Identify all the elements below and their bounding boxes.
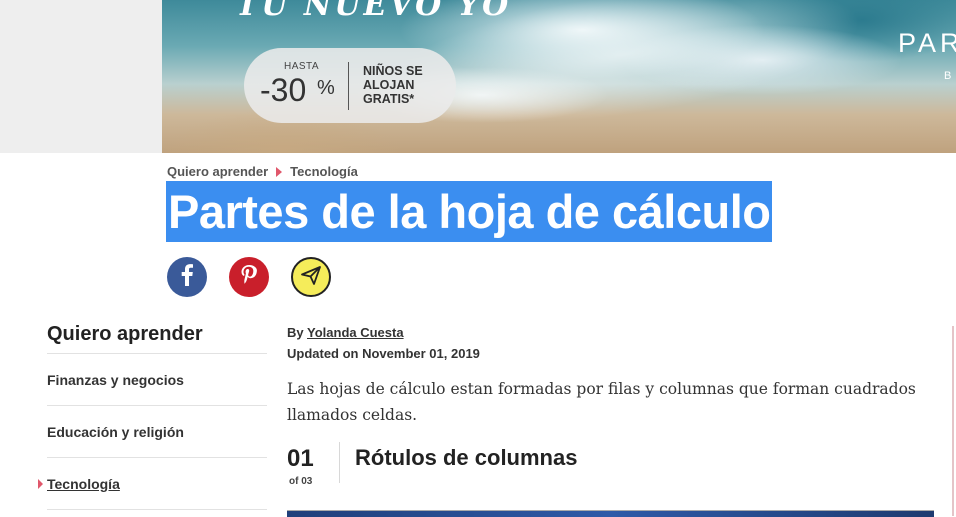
sidebar-item-label: Tecnología bbox=[47, 475, 120, 492]
email-share-button[interactable] bbox=[291, 257, 331, 297]
page-title: Partes de la hoja de cálculo bbox=[166, 181, 773, 242]
article-intro: Las hojas de cálculo estan formadas por … bbox=[287, 380, 916, 424]
updated-date: Updated on November 01, 2019 bbox=[287, 346, 480, 361]
step-title: Rótulos de columnas bbox=[355, 445, 578, 470]
sidebar-item-tecnologia[interactable]: Tecnología bbox=[38, 458, 267, 510]
send-icon bbox=[300, 264, 322, 291]
ad-discount: -30 bbox=[260, 72, 307, 108]
facebook-share-button[interactable] bbox=[167, 257, 207, 297]
byline-prefix: By bbox=[287, 325, 304, 340]
ad-upto-label: HASTA bbox=[284, 61, 320, 72]
ad-pill-divider bbox=[348, 62, 349, 110]
ad-banner[interactable]: TU NUEVO YO HASTA -30 % NIÑOS SE ALOJAN … bbox=[162, 0, 956, 153]
facebook-icon bbox=[180, 263, 194, 291]
author-link[interactable]: Yolanda Cuesta bbox=[307, 325, 404, 340]
right-rule bbox=[952, 326, 954, 516]
breadcrumb-item-tecnologia[interactable]: Tecnología bbox=[290, 164, 358, 179]
breadcrumb: Quiero aprender Tecnología bbox=[167, 164, 358, 179]
sidebar-item-educacion[interactable]: Educación y religión bbox=[47, 406, 267, 458]
share-bar bbox=[167, 257, 331, 297]
sidebar-item-finanzas[interactable]: Finanzas y negocios bbox=[47, 354, 267, 406]
step-number: 01 bbox=[287, 445, 314, 472]
ad-headline: TU NUEVO YO bbox=[236, 0, 512, 23]
sidebar-title: Quiero aprender bbox=[47, 320, 267, 354]
ad-offer-pill: HASTA -30 % NIÑOS SE ALOJAN GRATIS* bbox=[244, 48, 456, 123]
sidebar: Quiero aprender Finanzas y negocios Educ… bbox=[38, 320, 267, 510]
ad-brand: PARA bbox=[898, 28, 956, 58]
sidebar-item-label: Educación y religión bbox=[47, 423, 184, 440]
ad-kids-text: NIÑOS SE ALOJAN GRATIS* bbox=[363, 64, 423, 106]
pinterest-share-button[interactable] bbox=[229, 257, 269, 297]
byline: By Yolanda Cuesta bbox=[287, 325, 404, 340]
ad-gutter bbox=[0, 0, 162, 153]
active-marker-icon bbox=[38, 478, 43, 489]
ad-brand-sub: B bbox=[944, 70, 955, 82]
pinterest-icon bbox=[241, 264, 257, 290]
sidebar-item-label: Finanzas y negocios bbox=[47, 371, 184, 388]
ad-percent: % bbox=[317, 77, 335, 99]
step-count: of 03 bbox=[289, 476, 313, 487]
breadcrumb-item-quiero-aprender[interactable]: Quiero aprender bbox=[167, 164, 268, 179]
chevron-right-icon bbox=[276, 166, 283, 177]
step-divider bbox=[339, 442, 340, 483]
